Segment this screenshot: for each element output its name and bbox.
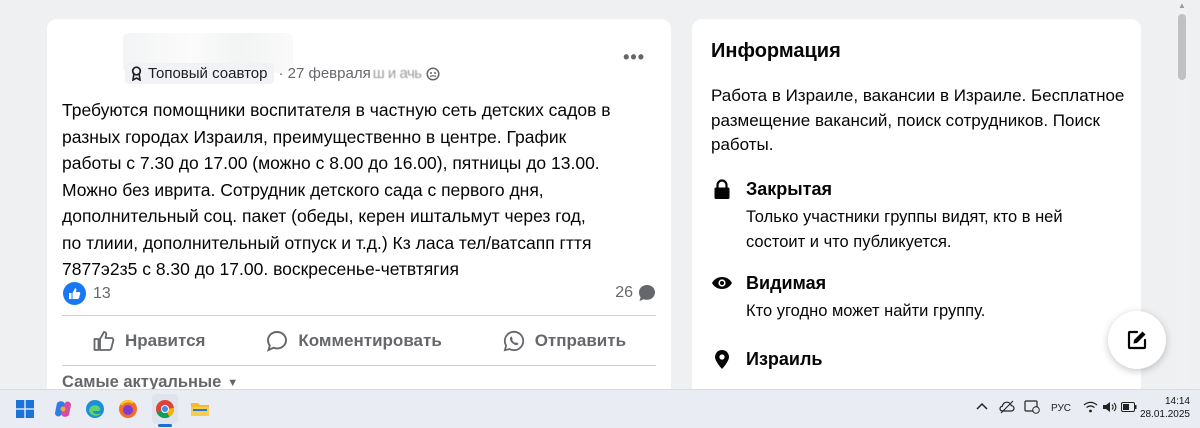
wifi-icon[interactable] — [1083, 401, 1098, 416]
battery-icon[interactable] — [1121, 402, 1137, 415]
like-button-label: Нравится — [124, 331, 206, 350]
post-text-line: по тлиии, дополнительный отпуск и т.д.) … — [62, 232, 592, 253]
post-text-line: Требуются помощники воспитателя в частну… — [62, 100, 611, 120]
comments-count: 26 — [615, 284, 633, 301]
comment-button[interactable]: Комментировать — [265, 329, 442, 353]
post-text: Требуются помощники воспитателя в частну… — [62, 97, 662, 283]
sort-label: Самые актуальные — [62, 373, 222, 389]
like-reaction-icon — [63, 282, 86, 305]
info-title: Информация — [711, 40, 841, 62]
divider — [62, 315, 656, 316]
eye-icon — [711, 272, 733, 294]
chrome-icon[interactable] — [154, 398, 176, 420]
post-meta-row: Топовый соавтор · 27 февраля ш и ачь — [125, 63, 440, 84]
post-date-blurred: ш и ачь — [372, 65, 422, 82]
visibility-title: Видимая — [746, 273, 827, 293]
new-message-button[interactable] — [1108, 311, 1166, 369]
privacy-title: Закрытая — [746, 179, 832, 199]
location-info-item[interactable]: Израиль — [711, 347, 822, 371]
file-explorer-icon[interactable] — [189, 398, 211, 420]
post-text-line: работы с 7.30 до 17.00 (можно с 8.00 до … — [62, 153, 600, 173]
group-info-card: Информация Работа в Израиле, вакансии в … — [692, 19, 1141, 389]
divider — [62, 365, 656, 366]
chevron-down-icon: ▼ — [227, 376, 239, 389]
comment-bubble-icon — [639, 285, 655, 301]
post-text-line: Можно без иврита. Сотрудник детского сад… — [62, 179, 544, 200]
volume-icon[interactable] — [1102, 401, 1117, 416]
comments-sort-dropdown[interactable]: Самые актуальные ▼ — [62, 373, 238, 389]
badge-label: Топовый соавтор — [148, 65, 268, 82]
privacy-info-item: Закрытая Только участники группы видят, … — [711, 177, 1126, 254]
post-card: Топовый соавтор · 27 февраля ш и ачь •••… — [47, 19, 671, 389]
visibility-desc: Кто угодно может найти группу. — [746, 302, 986, 320]
likes-count: 13 — [93, 284, 111, 302]
input-language-indicator[interactable]: РУС — [1051, 403, 1071, 414]
scrollbar-thumb[interactable] — [1178, 14, 1186, 80]
whatsapp-icon — [503, 330, 524, 352]
like-button[interactable]: Нравится — [92, 329, 206, 353]
comments-summary[interactable]: 26 — [615, 283, 657, 303]
badge-icon — [131, 66, 142, 81]
privacy-desc: Только участники группы видят, кто в ней… — [746, 208, 1063, 251]
location-pin-icon — [711, 348, 733, 370]
reactions-summary[interactable]: 13 — [63, 282, 111, 305]
edge-browser-icon[interactable] — [84, 398, 106, 420]
lock-icon — [711, 178, 733, 200]
share-whatsapp-button[interactable]: Отправить — [502, 329, 626, 353]
scroll-up-icon[interactable]: ▲ — [1176, 0, 1188, 12]
visibility-info-item: Видимая Кто угодно может найти группу. — [711, 271, 1126, 324]
group-privacy-icon — [426, 66, 440, 81]
firefox-icon[interactable] — [117, 398, 139, 420]
copilot-icon[interactable] — [52, 398, 74, 420]
post-date[interactable]: · 27 февраля — [278, 65, 370, 82]
show-hidden-icons-icon[interactable] — [976, 402, 988, 413]
post-actions: Нравится Комментировать Отправить — [62, 324, 656, 358]
comment-button-label: Комментировать — [298, 331, 442, 350]
clock-time: 14:14 — [1164, 396, 1190, 407]
network-status-icon[interactable] — [1024, 400, 1040, 417]
windows-start-icon[interactable] — [14, 398, 36, 420]
post-text-line: разных городах Израиля, преимущественно … — [62, 126, 567, 147]
post-text-line: дополнительный соц. пакет (обеды, керен … — [62, 206, 586, 226]
post-text-line: 7877э2з5 с 8.30 до 17.00. воскресенье-че… — [62, 259, 459, 279]
cloud-sync-icon[interactable] — [999, 400, 1015, 417]
more-options-icon[interactable]: ••• — [623, 47, 645, 68]
group-description: Работа в Израиле, вакансии в Израиле. Бе… — [711, 86, 1125, 154]
windows-taskbar: РУС 14:14 28.01.2025 — [0, 389, 1200, 428]
location-title: Израиль — [746, 349, 823, 369]
thumbs-up-icon — [93, 331, 115, 351]
vertical-scrollbar[interactable]: ▲ — [1176, 0, 1188, 389]
compose-icon — [1127, 330, 1147, 350]
top-contributor-badge[interactable]: Топовый соавтор — [125, 63, 275, 84]
comment-icon — [267, 331, 288, 352]
page-background: Топовый соавтор · 27 февраля ш и ачь •••… — [0, 0, 1188, 389]
system-clock[interactable]: 14:14 28.01.2025 — [1140, 395, 1190, 421]
clock-date: 28.01.2025 — [1139, 409, 1190, 420]
share-button-label: Отправить — [534, 331, 627, 350]
